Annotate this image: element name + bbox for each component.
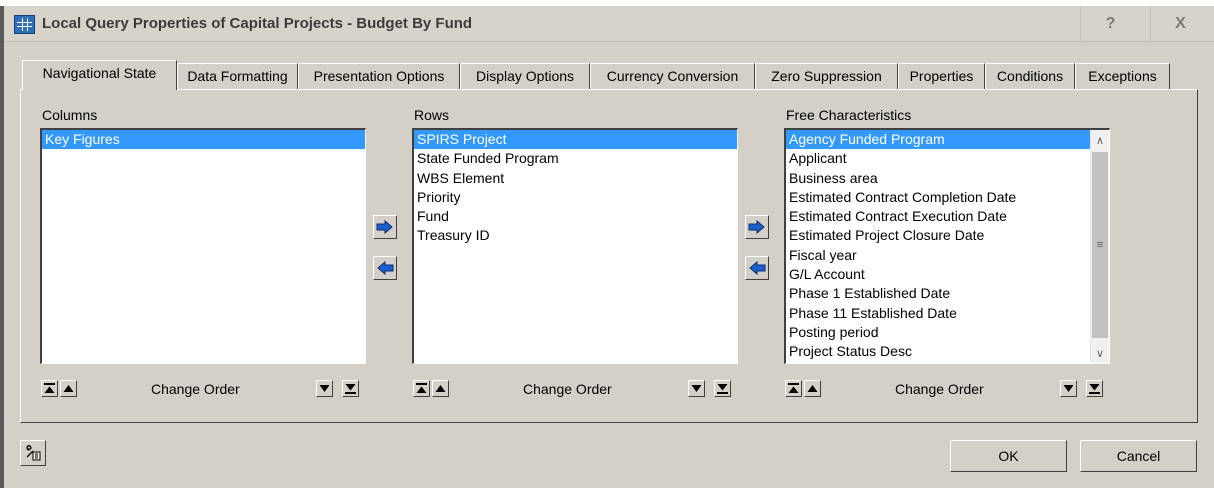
move-to-top-button[interactable] — [785, 380, 802, 397]
scroll-thumb[interactable]: ≡ — [1092, 152, 1108, 338]
rows-label: Rows — [414, 107, 450, 123]
list-item[interactable]: Agency Funded Program — [786, 130, 1090, 150]
scroll-up-icon[interactable]: ∧ — [1091, 130, 1109, 150]
help-button[interactable]: ? — [1080, 6, 1140, 42]
list-item[interactable]: Fiscal year — [786, 246, 1090, 265]
tab-navigational-state[interactable]: Navigational State — [22, 60, 177, 90]
move-left-button[interactable] — [373, 256, 397, 280]
move-down-icon — [691, 385, 702, 392]
move-to-top-icon — [44, 383, 55, 393]
move-down-button[interactable] — [1060, 380, 1077, 397]
tab-data-formatting[interactable]: Data Formatting — [177, 63, 298, 89]
free-characteristics-listbox[interactable]: Agency Funded Program Applicant Business… — [784, 128, 1110, 364]
move-down-icon — [1063, 385, 1074, 392]
list-item[interactable]: State Funded Program — [414, 149, 737, 168]
move-to-top-button[interactable] — [41, 380, 58, 397]
list-item[interactable]: G/L Account — [786, 265, 1090, 284]
columns-listbox[interactable]: Key Figures — [40, 128, 366, 364]
list-item[interactable]: Estimated Project Closure Date — [786, 226, 1090, 245]
list-item[interactable]: Fund — [414, 207, 737, 226]
move-down-button[interactable] — [688, 380, 705, 397]
tab-currency-conversion[interactable]: Currency Conversion — [590, 63, 755, 89]
window-title: Local Query Properties of Capital Projec… — [42, 15, 473, 32]
move-up-button[interactable] — [804, 380, 821, 397]
list-item[interactable]: WBS Element — [414, 169, 737, 188]
close-button[interactable]: X — [1150, 6, 1210, 42]
move-up-icon — [63, 385, 74, 392]
move-right-button[interactable] — [373, 215, 397, 239]
free-characteristics-label: Free Characteristics — [786, 107, 912, 123]
grid-table-icon — [14, 15, 35, 34]
rows-listbox[interactable]: SPIRS Project State Funded Program WBS E… — [412, 128, 738, 364]
background-strip — [0, 6, 4, 488]
move-up-icon — [435, 385, 446, 392]
move-to-bottom-button[interactable] — [1086, 380, 1103, 397]
move-down-button[interactable] — [316, 380, 333, 397]
ok-button[interactable]: OK — [950, 440, 1067, 472]
list-item[interactable]: Phase 11 Established Date — [786, 304, 1090, 323]
list-item[interactable]: Business area — [786, 169, 1090, 188]
arrow-left-icon — [749, 261, 766, 275]
move-up-button[interactable] — [60, 380, 77, 397]
change-order-label: Change Order — [151, 381, 240, 397]
list-item[interactable]: Applicant — [786, 149, 1090, 168]
list-item[interactable]: Posting period — [786, 323, 1090, 342]
move-to-bottom-button[interactable] — [342, 380, 359, 397]
move-to-bottom-button[interactable] — [714, 380, 731, 397]
move-right-button[interactable] — [745, 215, 769, 239]
list-item[interactable]: Key Figures — [42, 130, 365, 150]
list-item[interactable]: Project Status Desc — [786, 342, 1090, 361]
scroll-down-icon[interactable]: ∨ — [1091, 343, 1109, 363]
tab-presentation-options[interactable]: Presentation Options — [298, 63, 460, 89]
move-to-bottom-icon — [345, 384, 356, 394]
title-bar: Local Query Properties of Capital Projec… — [4, 6, 1214, 42]
tab-conditions[interactable]: Conditions — [985, 63, 1075, 89]
wrench-tool-icon — [26, 445, 41, 461]
tab-properties[interactable]: Properties — [898, 63, 985, 89]
list-item[interactable]: Estimated Contract Execution Date — [786, 207, 1090, 226]
tab-zero-suppression[interactable]: Zero Suppression — [755, 63, 898, 89]
move-to-top-icon — [788, 383, 799, 393]
change-order-label: Change Order — [895, 381, 984, 397]
move-up-icon — [807, 385, 818, 392]
cancel-button[interactable]: Cancel — [1080, 440, 1197, 472]
tab-exceptions[interactable]: Exceptions — [1075, 63, 1170, 89]
tool-button[interactable] — [20, 440, 46, 466]
move-down-icon — [319, 385, 330, 392]
move-to-bottom-icon — [1089, 384, 1100, 394]
list-item[interactable]: Estimated Contract Completion Date — [786, 188, 1090, 207]
list-item[interactable]: Phase 1 Established Date — [786, 284, 1090, 303]
vertical-scrollbar[interactable]: ∧ ≡ ∨ — [1090, 130, 1109, 363]
list-item[interactable]: Priority — [414, 188, 737, 207]
list-item[interactable]: SPIRS Project — [414, 130, 737, 150]
arrow-right-icon — [748, 220, 765, 234]
columns-label: Columns — [42, 107, 98, 123]
list-item[interactable]: Treasury ID — [414, 226, 737, 245]
move-up-button[interactable] — [432, 380, 449, 397]
arrow-right-icon — [376, 220, 393, 234]
tab-display-options[interactable]: Display Options — [460, 63, 590, 89]
change-order-label: Change Order — [523, 381, 612, 397]
move-to-top-icon — [416, 383, 427, 393]
move-to-top-button[interactable] — [413, 380, 430, 397]
move-left-button[interactable] — [745, 256, 769, 280]
move-to-bottom-icon — [717, 384, 728, 394]
arrow-left-icon — [377, 261, 394, 275]
